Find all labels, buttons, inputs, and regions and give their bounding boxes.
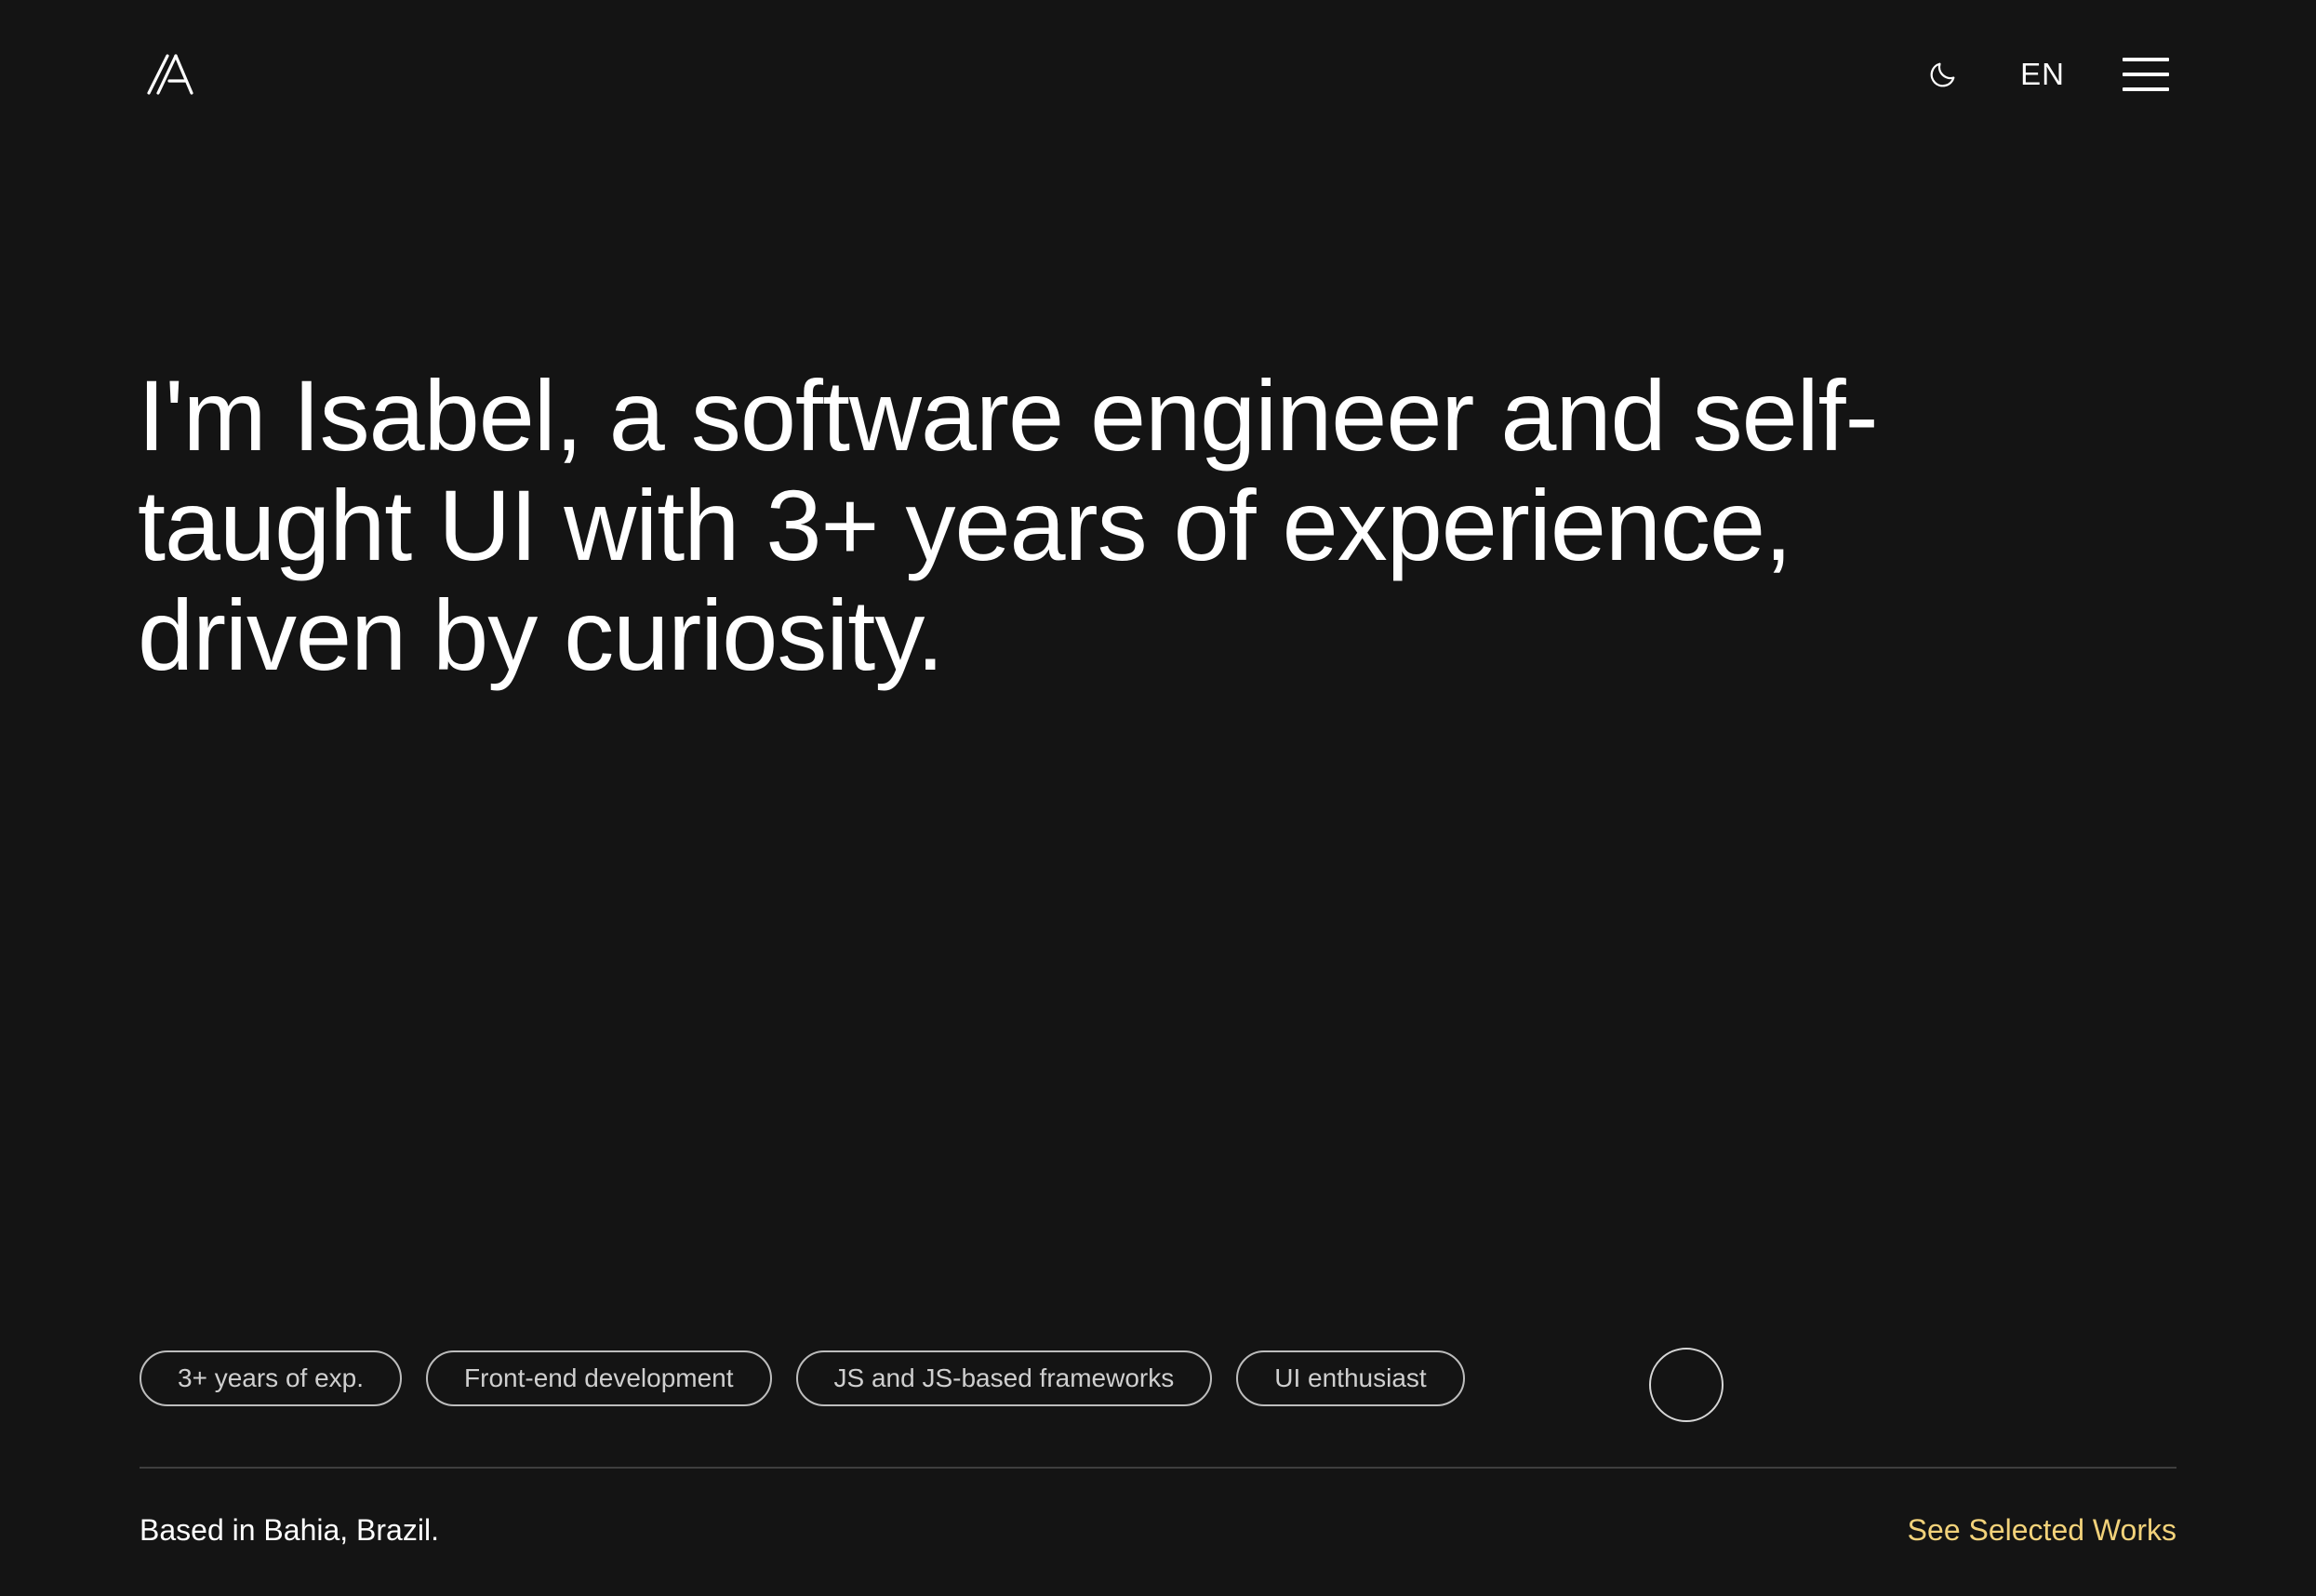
slashed-a-monogram-icon [147,54,193,95]
moon-icon [1930,62,1955,87]
tag-ui-enthusiast: UI enthusiast [1236,1350,1465,1406]
tag-front-end: Front-end development [426,1350,772,1406]
hamburger-menu-icon[interactable] [2123,58,2169,91]
header-actions: EN [1923,52,2169,97]
see-selected-works-link[interactable]: See Selected Works [1908,1513,2176,1548]
hero-headline: I'm Isabel, a software engineer and self… [138,359,1879,691]
logo[interactable] [147,52,195,97]
circle-button[interactable] [1649,1348,1724,1422]
skill-tags: 3+ years of exp. Front-end development J… [140,1350,1465,1406]
divider [140,1467,2176,1469]
tag-experience: 3+ years of exp. [140,1350,403,1406]
language-switcher[interactable]: EN [2020,57,2065,92]
theme-toggle-button[interactable] [1923,55,1963,94]
tag-js-frameworks: JS and JS-based frameworks [795,1350,1213,1406]
location-text: Based in Bahia, Brazil. [140,1513,439,1547]
